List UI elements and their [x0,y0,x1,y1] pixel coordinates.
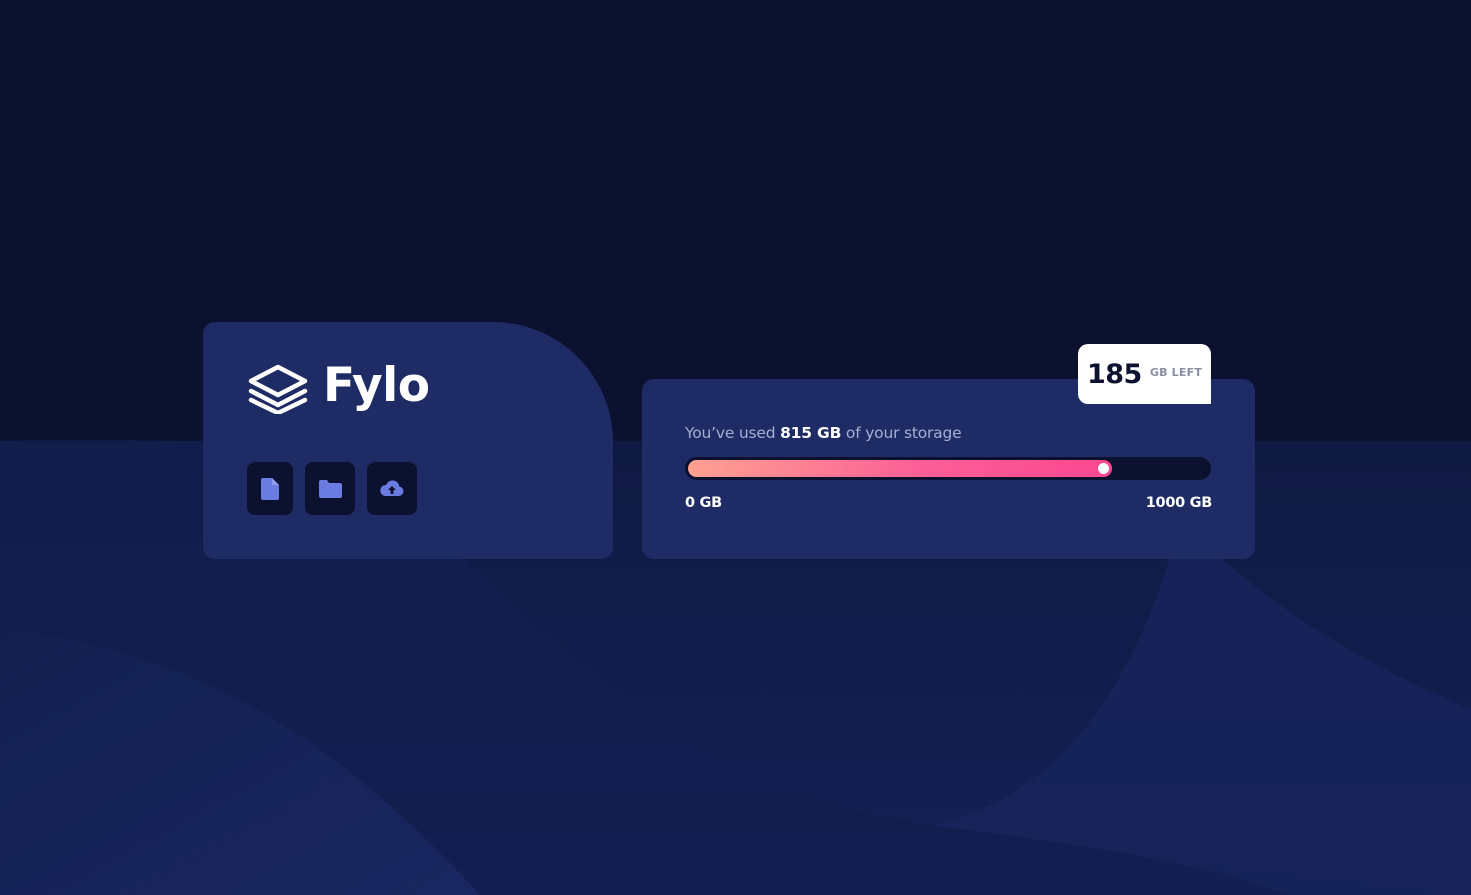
action-buttons [247,462,429,515]
brand-card: Fylo [203,322,613,559]
progress-knob [1098,463,1109,474]
remaining-storage-badge: 185 GB LEFT [1078,344,1211,404]
storage-progress-bar [685,457,1211,480]
folder-button[interactable] [305,462,355,515]
remaining-value: 185 [1086,358,1142,390]
storage-card: You’ve used 815 GB of your storage 0 GB … [642,379,1255,559]
upload-button[interactable] [367,462,417,515]
folder-icon [318,479,342,498]
scale-max-label: 1000 GB [1145,495,1213,511]
usage-suffix: of your storage [845,424,962,442]
scale-min-label: 0 GB [685,495,722,511]
document-icon [261,477,279,500]
brand-logo: Fylo [247,357,430,416]
used-amount: 815 GB [780,424,842,442]
usage-prefix: You’ve used [685,424,776,442]
remaining-label: GB LEFT [1149,365,1203,379]
storage-progress-fill [688,460,1112,477]
brand-name: Fylo [323,357,430,413]
document-button[interactable] [247,462,293,515]
storage-usage-text: You’ve used 815 GB of your storage [685,424,962,442]
stacked-layers-icon [247,364,309,416]
cloud-upload-icon [380,480,404,497]
